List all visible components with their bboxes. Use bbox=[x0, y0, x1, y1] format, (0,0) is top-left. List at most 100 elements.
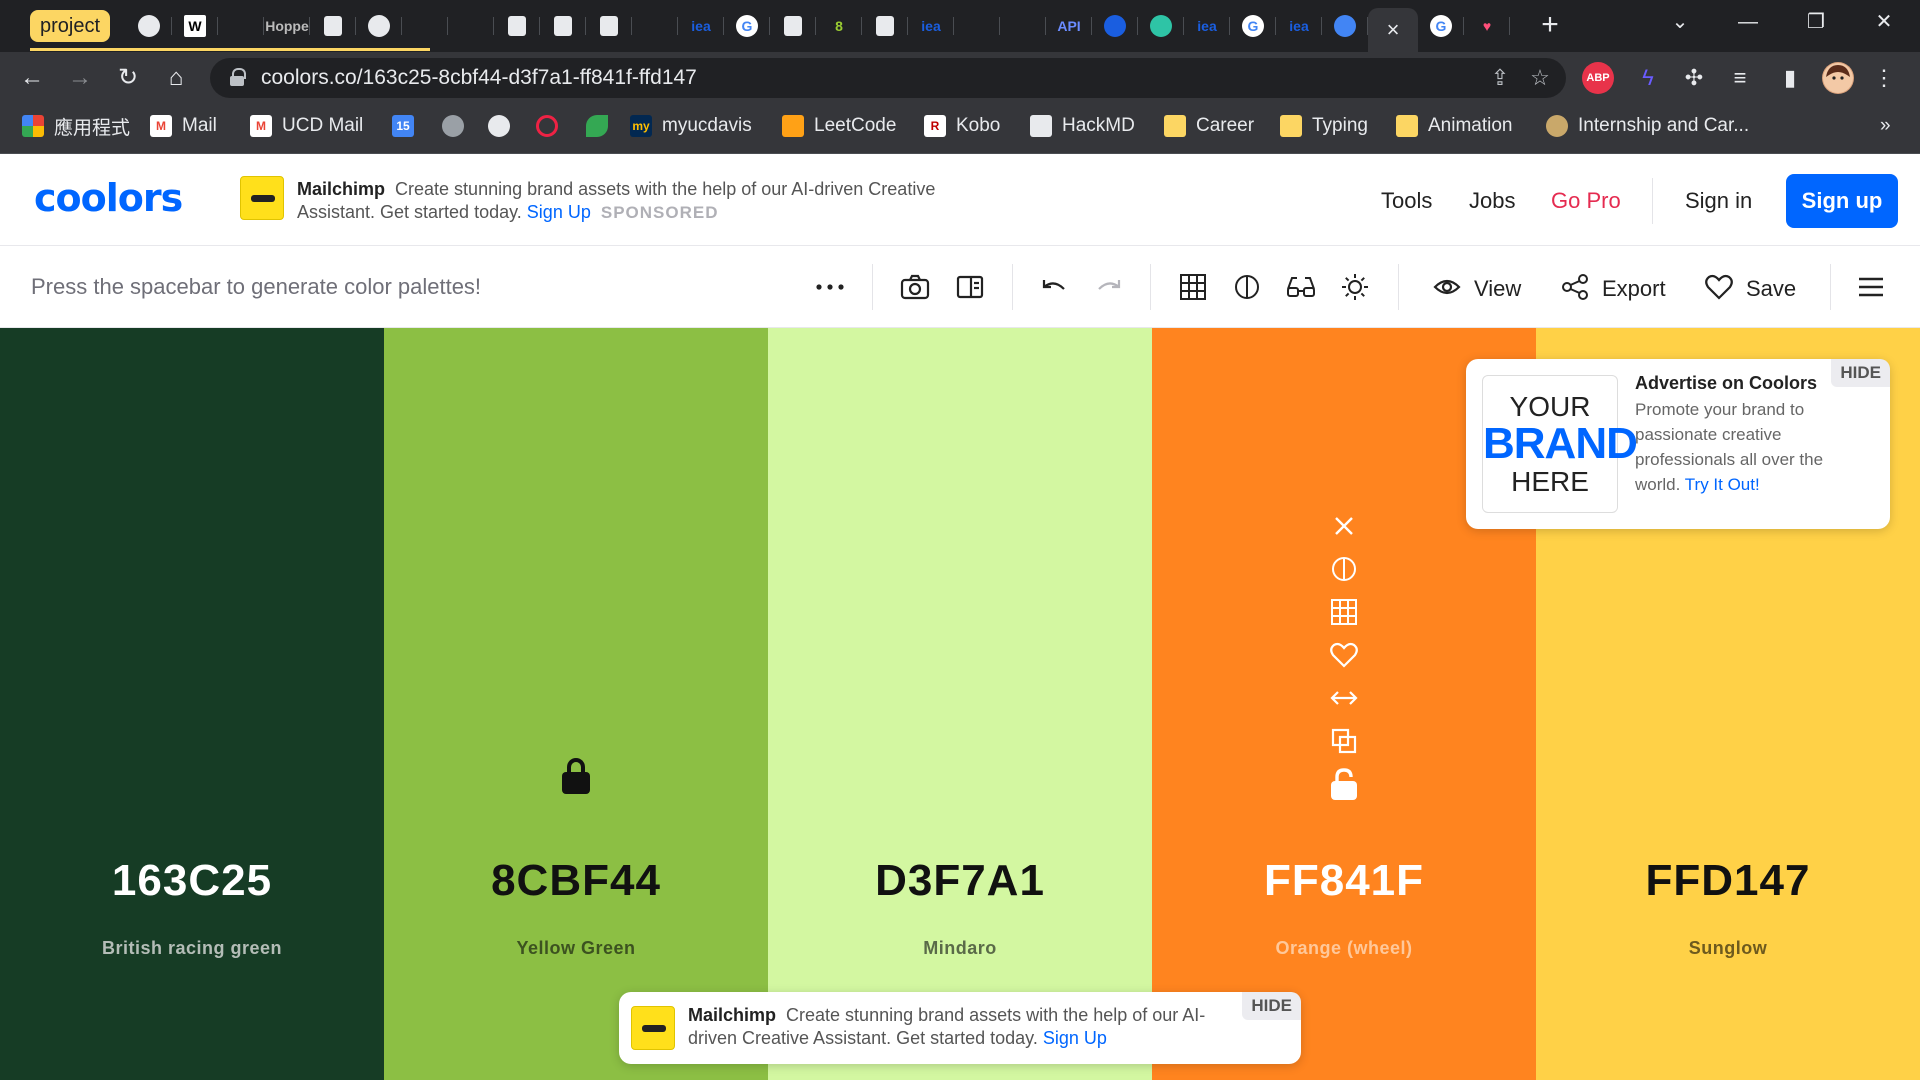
browser-tab[interactable]: W bbox=[172, 8, 218, 44]
bookmark-item[interactable]: HackMD bbox=[1030, 104, 1135, 148]
browser-tab[interactable] bbox=[1322, 8, 1368, 44]
browser-tab[interactable] bbox=[356, 8, 402, 44]
browser-tab[interactable] bbox=[1138, 8, 1184, 44]
bookmark-item[interactable]: Career bbox=[1164, 104, 1254, 148]
browser-tab[interactable] bbox=[770, 8, 816, 44]
color-name[interactable]: Orange (wheel) bbox=[1152, 938, 1536, 959]
try-it-out-link[interactable]: Try It Out! bbox=[1685, 475, 1760, 494]
hide-bottom-ad-button[interactable]: HIDE bbox=[1242, 992, 1301, 1020]
bookmark-item[interactable] bbox=[442, 104, 474, 148]
color-name[interactable]: British racing green bbox=[0, 938, 384, 959]
more-options-icon[interactable] bbox=[811, 268, 849, 306]
share-icon[interactable]: ⇪ bbox=[1486, 64, 1514, 92]
hex-code[interactable]: 8CBF44 bbox=[384, 856, 768, 906]
browser-tab[interactable] bbox=[862, 8, 908, 44]
tab-search-icon[interactable]: ⌄ bbox=[1646, 0, 1714, 44]
color-name[interactable]: Sunglow bbox=[1536, 938, 1920, 959]
bookmark-item[interactable]: Typing bbox=[1280, 104, 1368, 148]
browser-tab[interactable]: iea bbox=[908, 8, 954, 44]
address-bar[interactable]: coolors.co/163c25-8cbf44-d3f7a1-ff841f-f… bbox=[210, 58, 1566, 98]
back-button[interactable]: ← bbox=[14, 60, 50, 96]
bookmark-item[interactable]: M Mail bbox=[150, 104, 217, 148]
unlock-icon[interactable] bbox=[1324, 762, 1364, 805]
color-column[interactable]: D3F7A1 Mindaro bbox=[768, 328, 1152, 1080]
browser-tab[interactable]: API bbox=[1046, 8, 1092, 44]
bookmark-item[interactable]: Animation bbox=[1396, 104, 1513, 148]
side-panel-icon[interactable]: ▮ bbox=[1774, 62, 1806, 94]
color-blindness-glasses-icon[interactable] bbox=[1282, 268, 1320, 306]
tab-group-label[interactable]: project bbox=[30, 10, 111, 42]
profile-avatar[interactable] bbox=[1822, 62, 1854, 94]
export-button[interactable]: Export bbox=[1602, 276, 1666, 302]
extensions-puzzle-icon[interactable]: ✣ bbox=[1678, 62, 1710, 94]
lock-icon[interactable] bbox=[562, 758, 590, 794]
hamburger-menu-icon[interactable] bbox=[1852, 268, 1890, 306]
heart-outline-icon[interactable] bbox=[1700, 268, 1738, 306]
camera-icon[interactable] bbox=[896, 268, 934, 306]
browser-tab[interactable]: Hoppe bbox=[264, 8, 310, 44]
browser-tab[interactable]: 8 bbox=[816, 8, 862, 44]
save-button[interactable]: Save bbox=[1746, 276, 1796, 302]
undo-icon[interactable] bbox=[1035, 268, 1073, 306]
bookmark-item[interactable]: M UCD Mail bbox=[250, 104, 363, 148]
browser-tab[interactable]: iea bbox=[1276, 8, 1322, 44]
media-queue-icon[interactable]: ≡ bbox=[1724, 62, 1756, 94]
close-icon[interactable]: × bbox=[1387, 17, 1400, 43]
browser-tab[interactable]: G bbox=[1418, 8, 1464, 44]
hide-advertise-button[interactable]: HIDE bbox=[1831, 359, 1890, 387]
hex-code[interactable]: FFD147 bbox=[1536, 856, 1920, 906]
split-view-icon[interactable] bbox=[951, 268, 989, 306]
adblock-plus-icon[interactable]: ABP bbox=[1582, 62, 1614, 94]
redo-icon[interactable] bbox=[1090, 268, 1128, 306]
color-column[interactable]: 163C25 British racing green bbox=[0, 328, 384, 1080]
browser-tab[interactable]: × bbox=[1368, 8, 1418, 52]
browser-tab[interactable] bbox=[540, 8, 586, 44]
bookmark-item[interactable] bbox=[536, 104, 568, 148]
browser-tab[interactable] bbox=[402, 8, 448, 44]
browser-tab[interactable] bbox=[1000, 8, 1046, 44]
browser-tab[interactable]: iea bbox=[1184, 8, 1230, 44]
your-brand-here-image[interactable]: YOUR BRAND HERE bbox=[1482, 375, 1638, 513]
hex-code[interactable]: D3F7A1 bbox=[768, 856, 1152, 906]
bookmark-item[interactable] bbox=[488, 104, 520, 148]
drag-arrows-icon[interactable] bbox=[1324, 676, 1364, 719]
browser-tab[interactable] bbox=[632, 8, 678, 44]
favorite-heart-icon[interactable] bbox=[1324, 633, 1364, 676]
remove-color-icon[interactable] bbox=[1324, 504, 1364, 547]
palette-grid-icon[interactable] bbox=[1174, 268, 1212, 306]
bookmark-item[interactable]: R Kobo bbox=[924, 104, 1000, 148]
bookmark-item[interactable] bbox=[586, 104, 618, 148]
shades-icon[interactable] bbox=[1324, 547, 1364, 590]
browser-tab[interactable] bbox=[954, 8, 1000, 44]
bookmark-item[interactable]: my myucdavis bbox=[630, 104, 752, 148]
browser-tab[interactable]: G bbox=[1230, 8, 1276, 44]
forward-button[interactable]: → bbox=[62, 60, 98, 96]
browser-tab[interactable]: G bbox=[724, 8, 770, 44]
contrast-icon[interactable] bbox=[1228, 268, 1266, 306]
browser-tab[interactable] bbox=[126, 8, 172, 44]
bottom-ad-signup-link[interactable]: Sign Up bbox=[1043, 1028, 1107, 1048]
copy-hex-icon[interactable] bbox=[1324, 719, 1364, 762]
browser-tab[interactable]: ♥ bbox=[1464, 8, 1510, 44]
browser-tab[interactable] bbox=[310, 8, 356, 44]
url-text[interactable]: coolors.co/163c25-8cbf44-d3f7a1-ff841f-f… bbox=[261, 58, 697, 98]
extension-bolt-icon[interactable]: ϟ bbox=[1632, 62, 1664, 94]
mailchimp-logo-icon[interactable] bbox=[631, 1006, 675, 1050]
minimize-button[interactable]: — bbox=[1714, 0, 1782, 44]
browser-tab[interactable] bbox=[1092, 8, 1138, 44]
nav-go-pro[interactable]: Go Pro bbox=[1551, 188, 1621, 214]
bookmark-item[interactable]: 15 bbox=[392, 104, 424, 148]
color-name[interactable]: Yellow Green bbox=[384, 938, 768, 959]
reload-button[interactable]: ↻ bbox=[110, 60, 146, 96]
grid-shades-icon[interactable] bbox=[1324, 590, 1364, 633]
browser-tab[interactable] bbox=[218, 8, 264, 44]
coolors-logo[interactable]: coolors bbox=[34, 176, 183, 220]
view-button[interactable]: View bbox=[1474, 276, 1521, 302]
bookmark-item[interactable]: 應用程式 bbox=[22, 104, 130, 148]
more-bookmarks-button[interactable]: » bbox=[1880, 104, 1891, 148]
browser-tab[interactable] bbox=[586, 8, 632, 44]
sign-up-button[interactable]: Sign up bbox=[1786, 174, 1898, 228]
hex-code[interactable]: FF841F bbox=[1152, 856, 1536, 906]
browser-tab[interactable]: iea bbox=[678, 8, 724, 44]
eye-icon[interactable] bbox=[1428, 268, 1466, 306]
